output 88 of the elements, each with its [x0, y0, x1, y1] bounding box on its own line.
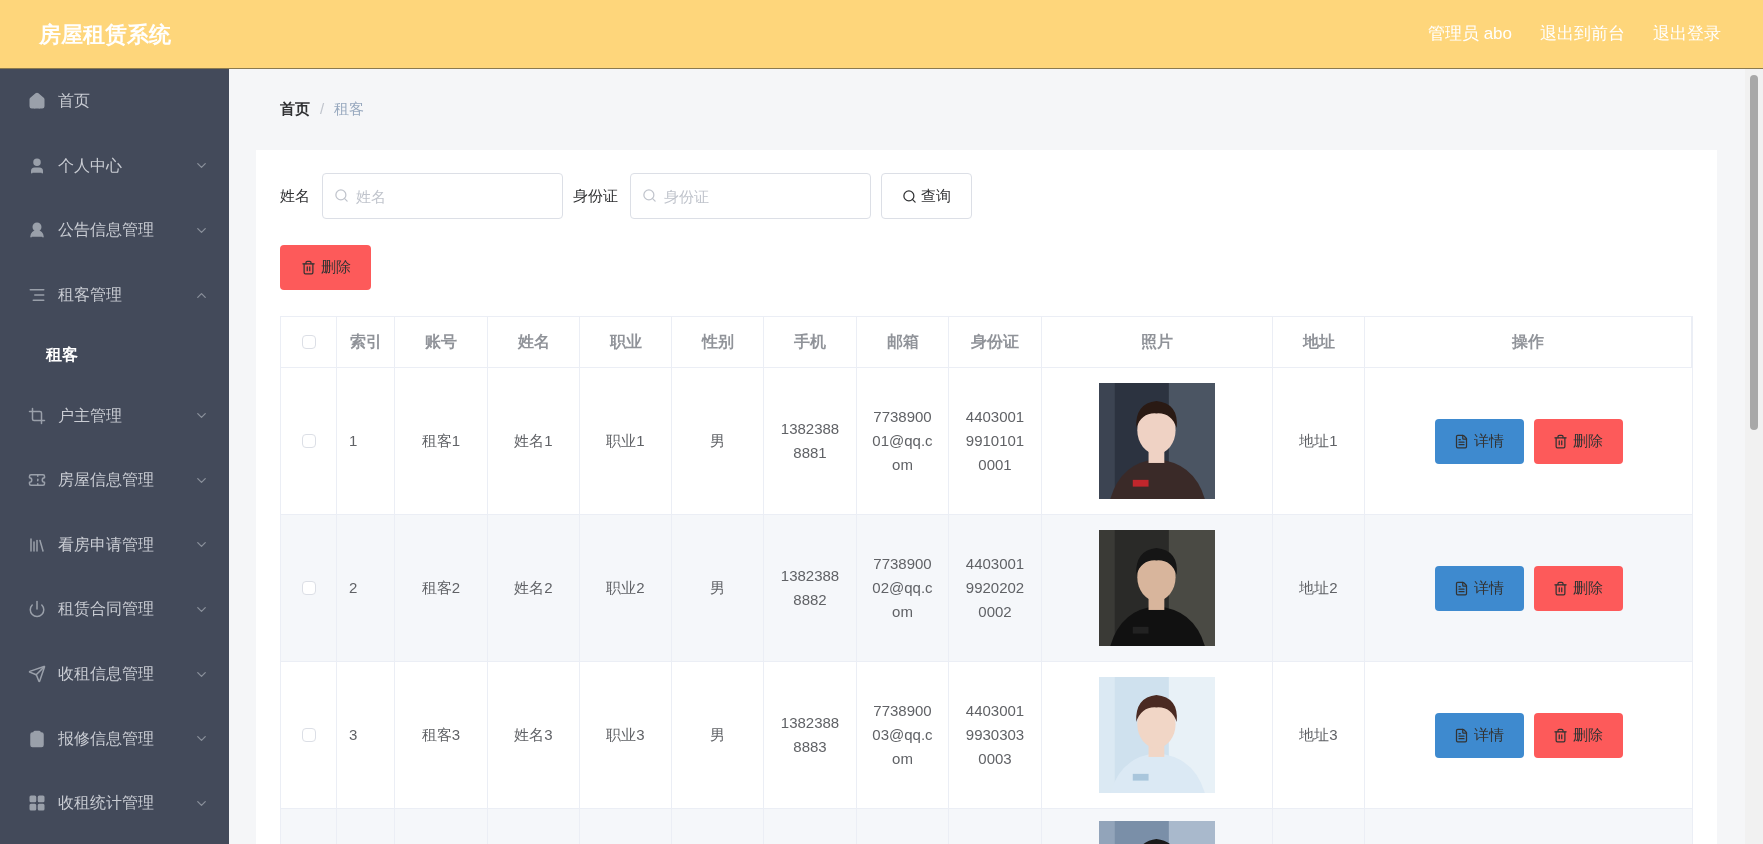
person-icon [28, 221, 46, 240]
clipboard-icon [28, 729, 46, 748]
delete-button[interactable]: 删除 [280, 245, 371, 290]
sidebar-item[interactable]: 报修信息管理 [0, 706, 229, 771]
document-icon [1454, 580, 1469, 596]
app-title: 房屋租赁系统 [39, 20, 171, 49]
search-icon [642, 188, 657, 203]
table-cell-text: 440300199303030003 [964, 701, 1026, 769]
table-cell-text: 男 [710, 578, 725, 598]
search-field[interactable]: 姓名 [322, 173, 563, 219]
column-header: 账号 [425, 332, 457, 352]
checkbox[interactable] [301, 581, 316, 595]
table-cell-text: 职业1 [606, 431, 645, 451]
sidebar-item[interactable]: 首页 [0, 69, 229, 134]
column-header: 身份证 [971, 332, 1019, 352]
checkbox[interactable] [301, 335, 316, 349]
power-icon [28, 600, 46, 619]
table-cell-text: 地址2 [1299, 578, 1338, 598]
column-header: 职业 [609, 332, 642, 352]
column-header: 操作 [1512, 332, 1544, 352]
person-icon [28, 156, 46, 175]
search-button[interactable]: 查询 [881, 173, 972, 219]
filter-label: 身份证 [573, 185, 618, 206]
table-cell-text: 13823888881 [779, 419, 841, 463]
details-button[interactable]: 详情 [1434, 565, 1524, 611]
paper-plane-icon [28, 665, 46, 684]
breadcrumb-item[interactable]: 首页 [280, 98, 310, 121]
table-cell-text: 1 [349, 431, 358, 451]
delete-button[interactable]: 删除 [1533, 712, 1623, 758]
table-cell-text: 租客2 [421, 578, 461, 598]
table-cell-text: 租客1 [421, 431, 461, 451]
trash-icon [1553, 580, 1568, 596]
delete-button[interactable]: 删除 [1533, 565, 1623, 611]
column-header: 索引 [349, 332, 382, 352]
delete-button[interactable]: 删除 [1533, 418, 1623, 464]
checkbox[interactable] [301, 728, 316, 742]
sidebar-item[interactable]: 看房申请管理 [0, 512, 229, 578]
table-cell-text: 男 [710, 725, 725, 745]
table-cell-text: 姓名2 [514, 578, 553, 598]
table-cell-text: 租客3 [421, 725, 461, 745]
table-cell-text: 13823888883 [779, 713, 841, 757]
sidebar-item[interactable]: 公告信息管理 [0, 198, 229, 263]
column-header: 手机 [794, 332, 826, 352]
table-cell-text: 姓名1 [514, 431, 553, 451]
sidebar-item[interactable]: 收租统计管理 [0, 770, 229, 836]
details-button[interactable]: 详情 [1434, 712, 1524, 758]
house-icon [28, 92, 46, 111]
filter-label: 姓名 [280, 185, 310, 206]
trash-icon [300, 260, 316, 275]
breadcrumb-separator: / [320, 99, 325, 120]
table-cell-text: 职业3 [606, 725, 645, 745]
trash-icon [1553, 433, 1568, 449]
table-cell-text: 姓名3 [514, 725, 553, 745]
table-cell-text: 地址3 [1299, 725, 1338, 745]
search-icon [334, 188, 349, 203]
sidebar-item[interactable]: 个人中心 [0, 133, 229, 199]
sidebar-item[interactable]: 收租信息管理 [0, 641, 229, 707]
table-cell-text: 地址1 [1299, 431, 1338, 451]
checkbox[interactable] [301, 434, 316, 448]
search-icon [902, 188, 917, 204]
sidebar-item[interactable]: 租客管理 [0, 262, 229, 328]
grid-icon [28, 794, 46, 813]
table-cell-text: 3 [349, 725, 358, 745]
table-cell-text: 职业2 [606, 578, 645, 598]
table-cell-text: 440300199202020002 [964, 554, 1026, 622]
table-cell-text: 773890003@qq.com [872, 701, 933, 769]
trash-icon [1553, 727, 1568, 743]
table-cell-text: 2 [349, 578, 358, 598]
column-header: 邮箱 [886, 332, 919, 352]
search-field[interactable]: 身份证 [630, 173, 871, 219]
sidebar-subitem[interactable]: 租客 [0, 327, 229, 384]
column-header: 照片 [1141, 332, 1173, 352]
table-cell-text: 男 [710, 431, 725, 451]
column-header: 姓名 [517, 332, 550, 352]
table-cell-text: 773890001@qq.com [872, 407, 933, 475]
document-icon [1454, 727, 1469, 743]
sidebar-item[interactable]: 租赁合同管理 [0, 577, 229, 642]
table-cell-text: 773890002@qq.com [872, 554, 933, 622]
crop-icon [28, 406, 46, 425]
document-icon [1454, 433, 1469, 449]
sidebar-item[interactable]: 房屋信息管理 [0, 447, 229, 513]
table-cell-text: 13823888882 [779, 566, 841, 610]
column-header: 地址 [1302, 332, 1335, 352]
details-button[interactable]: 详情 [1434, 418, 1524, 464]
books-icon [28, 535, 46, 554]
sidebar-item[interactable]: 户主管理 [0, 383, 229, 448]
table-cell-text: 440300199101010001 [964, 407, 1026, 475]
column-header: 性别 [701, 332, 734, 352]
